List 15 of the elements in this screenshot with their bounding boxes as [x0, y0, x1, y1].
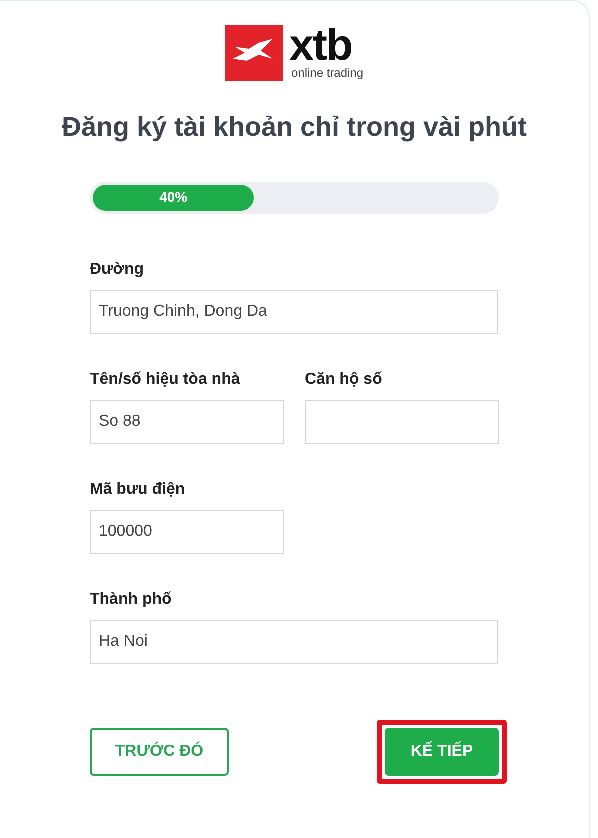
- field-label: Tên/số hiệu tòa nhà: [90, 370, 242, 390]
- input-field[interactable]: Truong Chinh, Dong Da: [90, 290, 498, 334]
- input-field[interactable]: 100000: [90, 510, 284, 554]
- logo-icon: [225, 25, 284, 81]
- logo-wordmark: xtb: [289, 26, 352, 66]
- field-label: Mã bưu điện: [90, 480, 186, 500]
- logo-tagline: online trading: [291, 66, 364, 80]
- page-title: Đăng ký tài khoản chỉ trong vài phút: [60, 111, 528, 144]
- input-field[interactable]: Ha Noi: [90, 620, 498, 664]
- field-label: Thành phố: [90, 590, 173, 610]
- field-label: Căn hộ số: [305, 370, 384, 390]
- progress-fill: 40%: [93, 184, 254, 210]
- input-field[interactable]: So 88: [90, 400, 284, 444]
- field-label: Đường: [90, 260, 146, 280]
- input-field[interactable]: [305, 400, 499, 444]
